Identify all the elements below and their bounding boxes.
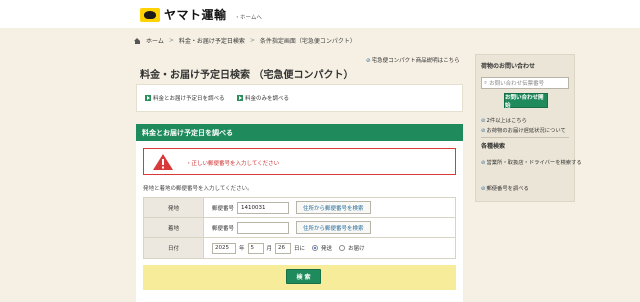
search-section-title: 各種検索: [481, 143, 506, 150]
deliver-radio[interactable]: [339, 245, 346, 251]
month-select[interactable]: 5: [247, 242, 264, 254]
month-unit: 月: [266, 246, 273, 252]
search-type-links: 料金とお届け予定日を調べる 料金のみを調べる: [136, 84, 463, 112]
page-title: 料金・お届け予定日検索 （宅急便コンパクト）: [140, 70, 354, 81]
breadcrumb-current: 条件指定画面（宅急便コンパクト）: [259, 38, 356, 45]
search-icon: ⌕: [484, 79, 488, 86]
destination-address-search-button[interactable]: 住所から郵便番号を検索: [296, 221, 371, 234]
date-label: 日付: [144, 238, 204, 258]
home-icon: [134, 37, 141, 44]
destination-zip-input[interactable]: [237, 221, 290, 234]
panel-title: 料金とお届け予定日を調べる: [136, 124, 463, 141]
breadcrumb-separator: >: [249, 37, 255, 44]
warning-icon: [153, 154, 173, 170]
logo-text: ヤマト運輸: [164, 8, 227, 22]
logo[interactable]: ヤマト運輸 ・ホームへ: [140, 6, 262, 23]
breadcrumb: ホーム > 料金・お届け予定日検索 > 条件指定画面（宅急便コンパクト）: [134, 36, 356, 45]
link-label: 料金とお届け予定日を調べる: [153, 96, 225, 102]
link-icon: ⊘: [366, 58, 371, 64]
cat-logo-icon: [140, 7, 160, 22]
product-guide-link[interactable]: ⊘宅急便コンパクト商品説明はこちら: [366, 56, 460, 64]
link-price-and-date[interactable]: 料金とお届け予定日を調べる: [145, 94, 225, 102]
send-radio[interactable]: [312, 245, 319, 251]
tracking-placeholder: お問い合わせ伝票番号: [489, 81, 545, 87]
link-price-only[interactable]: 料金のみを調べる: [237, 94, 289, 102]
multi-tracking-link[interactable]: ⊘2件以上はこちら: [481, 116, 527, 124]
office-search-label: 営業所・取扱店・ドライバーを検索する: [486, 160, 582, 166]
multi-tracking-label: 2件以上はこちら: [486, 118, 527, 124]
tracking-submit-button[interactable]: お問い合わせ開始: [504, 93, 548, 109]
deliver-radio-label: お届け: [348, 246, 365, 252]
home-link[interactable]: ・ホームへ: [235, 13, 262, 21]
day-unit: 日に: [294, 246, 306, 252]
delay-status-label: お荷物のお届け遅延状況について: [486, 128, 566, 134]
breadcrumb-home[interactable]: ホーム: [146, 36, 164, 45]
origin-zip-input[interactable]: [237, 201, 290, 214]
office-search-link[interactable]: ⊘営業所・取扱店・ドライバーを検索する: [481, 158, 582, 166]
link-icon: ⊘: [481, 128, 486, 134]
destination-label: 着地: [144, 218, 204, 237]
date-row: 日付 2025 年 5 月 26 日に 発送 お届け: [144, 238, 455, 258]
error-alert: ・正しい郵便番号を入力してください: [143, 148, 456, 175]
destination-zip-label: 郵便番号: [212, 225, 235, 232]
search-form: 発地 郵便番号 住所から郵便番号を検索 着地 郵便番号 住所から郵便番号を検索 …: [143, 197, 456, 259]
error-message: ・正しい郵便番号を入力してください: [186, 161, 280, 167]
day-select[interactable]: 26: [275, 242, 292, 254]
link-icon: ⊘: [481, 160, 486, 166]
zip-lookup-link[interactable]: ⊘郵便番号を調べる: [481, 184, 529, 192]
origin-row: 発地 郵便番号 住所から郵便番号を検索: [144, 198, 455, 218]
search-button[interactable]: 検 索: [286, 269, 321, 284]
link-icon: ⊘: [481, 118, 486, 124]
breadcrumb-search[interactable]: 料金・お届け予定日検索: [179, 36, 245, 45]
arrow-icon: [237, 95, 243, 101]
year-select[interactable]: 2025: [212, 242, 236, 254]
origin-zip-label: 郵便番号: [212, 205, 235, 212]
delay-status-link[interactable]: ⊘お荷物のお届け遅延状況について: [481, 126, 566, 134]
site-header: ヤマト運輸 ・ホームへ: [0, 0, 640, 28]
link-label: 料金のみを調べる: [245, 96, 290, 102]
arrow-icon: [145, 95, 151, 101]
origin-address-search-button[interactable]: 住所から郵便番号を検索: [296, 201, 371, 214]
link-icon: ⊘: [481, 186, 486, 192]
product-guide-label: 宅急便コンパクト商品説明はこちら: [371, 58, 460, 64]
submit-bar: 検 索: [143, 265, 456, 290]
origin-label: 発地: [144, 198, 204, 217]
tracking-title: 荷物のお問い合わせ: [481, 63, 536, 70]
send-radio-label: 発送: [321, 246, 333, 252]
form-instructions: 発地と着地の郵便番号を入力してください。: [143, 186, 253, 192]
sidebar: 荷物のお問い合わせ ⌕ お問い合わせ伝票番号 お問い合わせ開始 ⊘2件以上はこち…: [475, 54, 582, 202]
destination-row: 着地 郵便番号 住所から郵便番号を検索: [144, 218, 455, 238]
search-panel: 料金とお届け予定日を調べる ・正しい郵便番号を入力してください 発地と着地の郵便…: [136, 124, 463, 302]
breadcrumb-separator: >: [168, 37, 174, 44]
year-unit: 年: [239, 246, 245, 252]
zip-lookup-label: 郵便番号を調べる: [486, 186, 529, 192]
divider: [481, 137, 569, 138]
tracking-number-input[interactable]: ⌕ お問い合わせ伝票番号: [481, 77, 569, 89]
